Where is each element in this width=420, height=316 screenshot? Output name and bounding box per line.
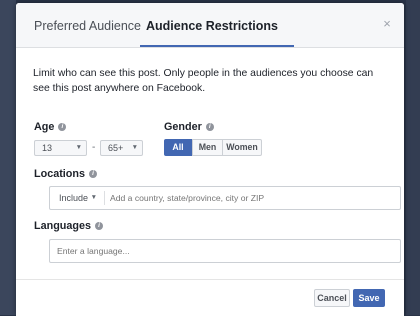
languages-label: Languages	[34, 220, 91, 232]
gender-all-button[interactable]: All	[164, 139, 192, 156]
chevron-down-icon: ▼	[90, 194, 97, 201]
locations-info-icon[interactable]: i	[89, 170, 97, 178]
cancel-button[interactable]: Cancel	[314, 289, 350, 307]
backdrop-left	[0, 0, 16, 315]
include-select[interactable]: Include ▼	[50, 187, 103, 209]
gender-men-button[interactable]: Men	[192, 139, 223, 156]
language-input[interactable]	[57, 240, 392, 262]
age-min-select[interactable]: 13 ▼	[34, 140, 87, 156]
age-max-select[interactable]: 65+ ▼	[100, 140, 143, 156]
include-value: Include	[59, 193, 89, 203]
locations-label-group: Locations i	[34, 168, 97, 180]
tab-audience-restrictions[interactable]: Audience Restrictions	[140, 3, 294, 47]
languages-label-group: Languages i	[34, 220, 103, 232]
restrictions-description: Limit who can see this post. Only people…	[33, 68, 374, 94]
locations-label: Locations	[34, 168, 85, 180]
field-divider	[104, 191, 105, 205]
location-input[interactable]	[110, 187, 395, 209]
gender-label: Gender	[164, 121, 202, 133]
languages-field	[49, 239, 401, 263]
backdrop-right	[406, 0, 420, 315]
dialog-footer: Cancel Save	[16, 279, 404, 316]
gender-info-icon[interactable]: i	[205, 123, 214, 131]
languages-info-icon[interactable]: i	[95, 222, 103, 230]
gender-women-button[interactable]: Women	[222, 139, 262, 156]
age-label-group: Age i	[34, 121, 67, 133]
tab-preferred-audience[interactable]: Preferred Audience	[34, 3, 141, 46]
age-separator: -	[92, 142, 96, 153]
chevron-down-icon: ▼	[131, 144, 138, 151]
gender-segmented-control: All Men Women	[164, 139, 262, 156]
tab-bar: Preferred Audience Audience Restrictions…	[16, 3, 404, 48]
age-min-value: 13	[42, 143, 53, 153]
locations-field: Include ▼	[49, 186, 401, 210]
gender-label-group: Gender i	[164, 121, 214, 133]
age-label: Age	[34, 121, 55, 133]
audience-dialog: Preferred Audience Audience Restrictions…	[16, 3, 404, 316]
save-button[interactable]: Save	[353, 289, 385, 307]
chevron-down-icon: ▼	[75, 144, 82, 151]
age-max-value: 65+	[108, 143, 124, 153]
close-icon[interactable]: ×	[380, 17, 394, 31]
age-info-icon[interactable]: i	[58, 123, 67, 131]
